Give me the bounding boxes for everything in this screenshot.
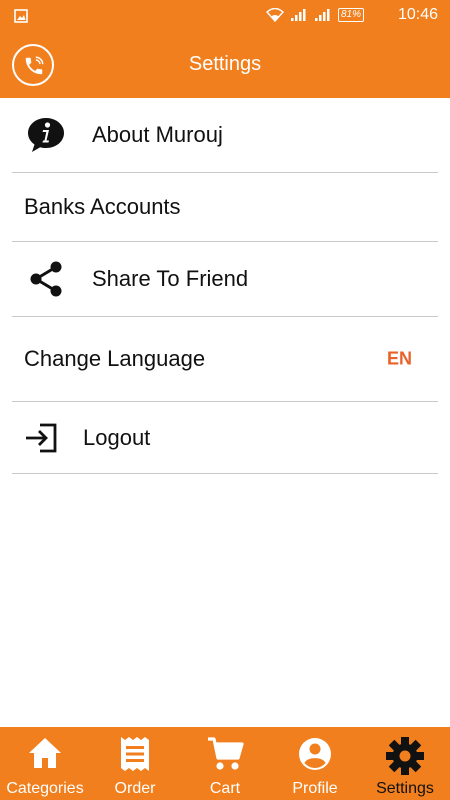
menu-item-label: Change Language xyxy=(24,346,206,371)
menu-item-share[interactable]: Share To Friend xyxy=(12,242,438,317)
home-icon xyxy=(29,738,61,768)
nav-label: Settings xyxy=(376,780,434,797)
status-bar: 81% 10:46 xyxy=(0,0,450,32)
menu-item-label: Logout xyxy=(83,424,151,450)
image-icon xyxy=(14,9,28,23)
language-value[interactable]: EN xyxy=(387,349,412,370)
signal-icon-2 xyxy=(314,9,330,21)
battery-indicator: 81% xyxy=(337,8,364,22)
share-icon xyxy=(30,261,62,297)
app-bar: Settings xyxy=(0,32,450,98)
nav-settings[interactable]: Settings xyxy=(360,727,450,800)
menu-item-label: About Murouj xyxy=(92,122,223,147)
signal-icon xyxy=(290,9,306,21)
nav-order[interactable]: Order xyxy=(90,727,180,800)
receipt-icon xyxy=(121,737,149,771)
menu-item-about[interactable]: About Murouj xyxy=(12,98,438,173)
wifi-icon xyxy=(265,8,284,22)
nav-categories[interactable]: Categories xyxy=(0,727,90,800)
nav-label: Order xyxy=(114,780,156,797)
menu-item-label: Banks Accounts xyxy=(24,194,181,219)
menu-item-logout[interactable]: Logout xyxy=(12,402,438,474)
cart-icon xyxy=(208,737,244,770)
nav-profile[interactable]: Profile xyxy=(270,727,360,800)
gear-icon xyxy=(386,737,424,775)
nav-label: Profile xyxy=(292,780,338,797)
profile-icon xyxy=(299,738,331,770)
menu-item-change-language[interactable]: Change Language EN xyxy=(12,317,438,402)
status-time: 10:46 xyxy=(397,6,438,23)
info-icon xyxy=(28,118,64,152)
bottom-navigation: Categories Order Cart Profile Settings xyxy=(0,727,450,800)
page-title: Settings xyxy=(188,53,262,75)
nav-label: Categories xyxy=(6,780,84,797)
logout-icon xyxy=(26,423,57,452)
nav-cart[interactable]: Cart xyxy=(180,727,270,800)
menu-item-banks-accounts[interactable]: Banks Accounts xyxy=(12,173,438,242)
menu-item-label: Share To Friend xyxy=(92,266,249,291)
nav-label: Cart xyxy=(209,780,241,797)
